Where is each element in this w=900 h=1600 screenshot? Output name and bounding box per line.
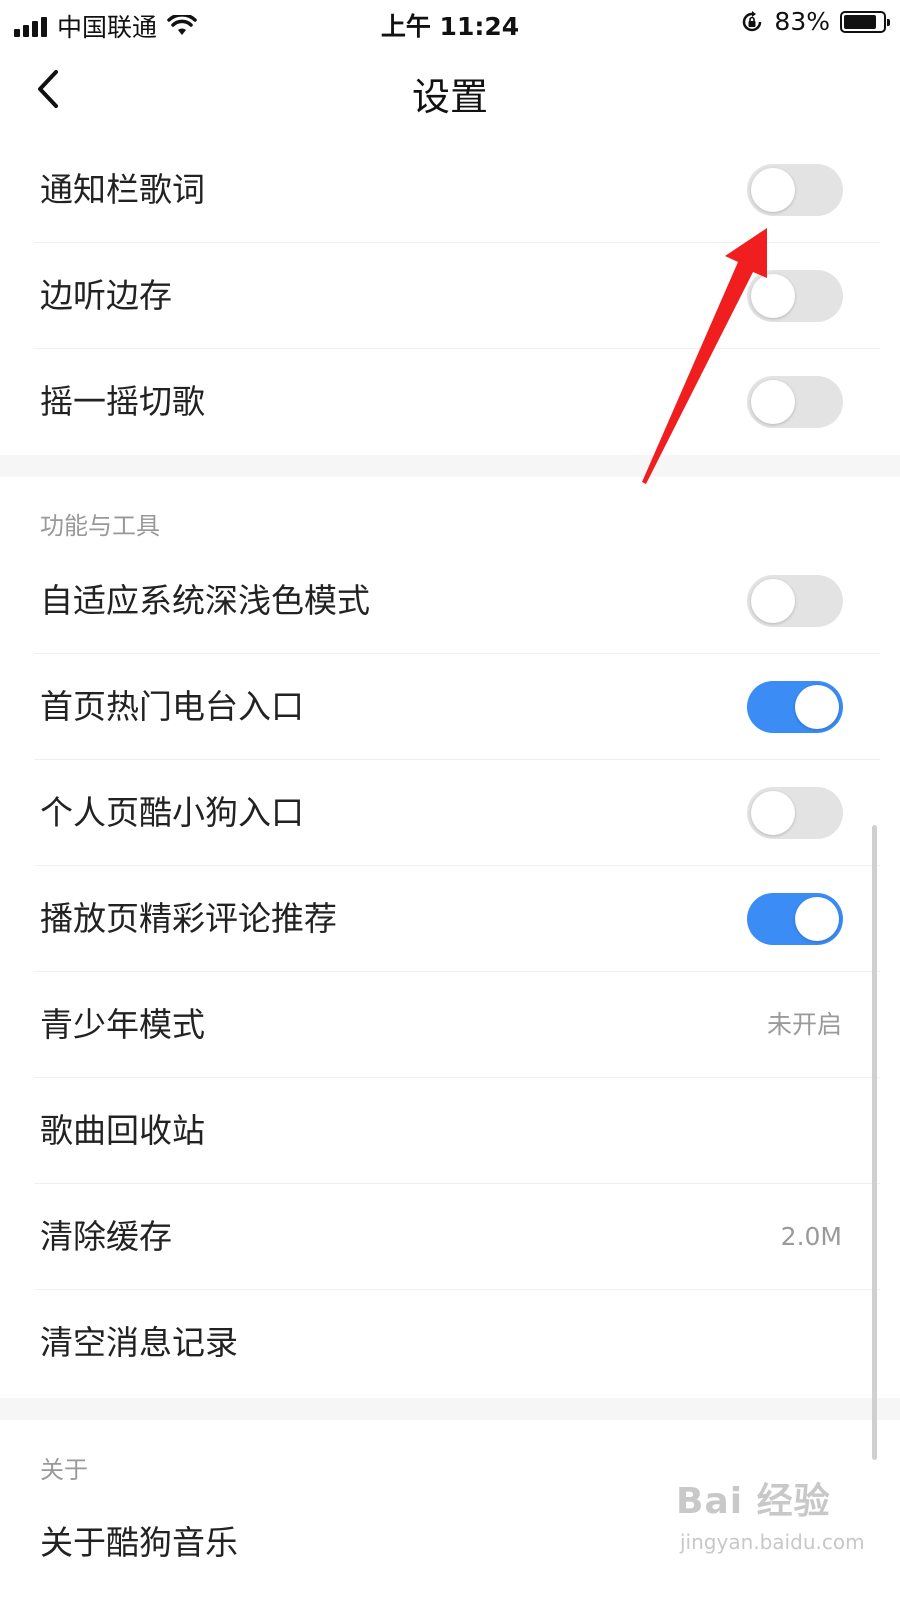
battery-icon	[840, 10, 890, 33]
setting-row-clear-messages[interactable]: 清空消息记录	[0, 1290, 880, 1396]
setting-value: 2.0M	[780, 1222, 842, 1251]
status-right: 83%	[740, 7, 890, 36]
setting-label: 清空消息记录	[40, 1323, 238, 1362]
scrollbar[interactable]	[872, 825, 877, 1460]
setting-row-teen-mode[interactable]: 青少年模式 未开启	[0, 972, 880, 1078]
setting-label: 清除缓存	[40, 1217, 172, 1256]
toggle-knob	[751, 791, 795, 835]
setting-label: 摇一摇切歌	[40, 382, 205, 421]
watermark-title: Bai 经验	[676, 1481, 831, 1522]
setting-label: 自适应系统深浅色模式	[40, 581, 370, 620]
setting-value: 未开启	[766, 1010, 842, 1039]
toggle-switch[interactable]	[747, 164, 843, 216]
setting-row-home-radio-entry[interactable]: 首页热门电台入口	[0, 654, 880, 760]
toggle-knob	[751, 274, 795, 318]
section-gap	[0, 1398, 900, 1420]
status-bar: 中国联通 上午 11:24 83%	[0, 0, 900, 44]
section-gap	[0, 455, 900, 477]
rotation-lock-icon	[743, 10, 762, 31]
setting-label: 通知栏歌词	[40, 170, 205, 209]
watermark-url: jingyan.baidu.com	[680, 1530, 865, 1554]
toggle-switch[interactable]	[747, 270, 843, 322]
section-header-about: 关于	[40, 1456, 88, 1484]
setting-label: 歌曲回收站	[40, 1111, 205, 1150]
setting-row-notification-lyrics[interactable]: 通知栏歌词	[0, 137, 880, 243]
section-header-tools: 功能与工具	[40, 512, 160, 540]
toggle-switch[interactable]	[747, 376, 843, 428]
setting-label: 边听边存	[40, 276, 172, 315]
toggle-knob	[751, 579, 795, 623]
baidu-watermark: Bai 经验 jingyan.baidu.com	[676, 1472, 886, 1572]
setting-row-clear-cache[interactable]: 清除缓存 2.0M	[0, 1184, 880, 1290]
toggle-switch[interactable]	[747, 787, 843, 839]
setting-label: 播放页精彩评论推荐	[40, 899, 337, 938]
toggle-switch[interactable]	[747, 575, 843, 627]
setting-row-featured-comments[interactable]: 播放页精彩评论推荐	[0, 866, 880, 972]
battery-fill	[844, 14, 876, 29]
setting-row-shake-to-switch[interactable]: 摇一摇切歌	[0, 349, 880, 455]
setting-label: 关于酷狗音乐	[40, 1523, 238, 1562]
setting-row-listen-and-save[interactable]: 边听边存	[0, 243, 880, 349]
setting-row-song-recycle-bin[interactable]: 歌曲回收站	[0, 1078, 880, 1184]
toggle-knob	[751, 380, 795, 424]
setting-label: 青少年模式	[40, 1005, 205, 1044]
setting-label: 个人页酷小狗入口	[40, 793, 304, 832]
page-title: 设置	[411, 75, 488, 119]
toggle-knob	[795, 897, 839, 941]
battery-percent: 83%	[774, 7, 830, 36]
nav-bar: 设置	[0, 44, 900, 136]
setting-label: 首页热门电台入口	[40, 687, 304, 726]
toggle-switch[interactable]	[747, 893, 843, 945]
toggle-knob	[795, 685, 839, 729]
setting-row-adaptive-dark-mode[interactable]: 自适应系统深浅色模式	[0, 548, 880, 654]
setting-row-profile-kugou-dog-entry[interactable]: 个人页酷小狗入口	[0, 760, 880, 866]
toggle-switch[interactable]	[747, 681, 843, 733]
toggle-knob	[751, 168, 795, 212]
